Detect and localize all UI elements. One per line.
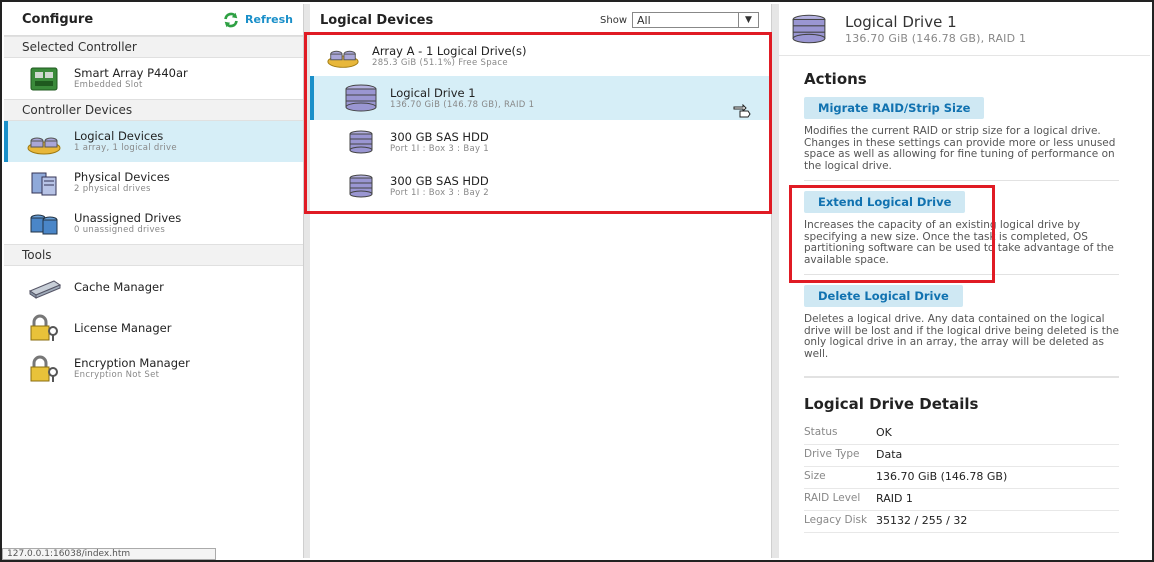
nav-encryption-manager-label: Encryption Manager: [74, 356, 190, 370]
physical-devices-icon: [31, 172, 57, 195]
controller-name: Smart Array P440ar: [74, 66, 188, 80]
show-filter: Show All ▼: [600, 12, 759, 28]
action-migrate: Migrate RAID/Strip Size Modifies the cur…: [804, 97, 1119, 181]
detail-value: OK: [876, 426, 892, 439]
section-controller-devices: Controller Devices: [4, 99, 303, 121]
show-label: Show: [600, 14, 627, 26]
detail-value: 136.70 GiB (146.78 GB): [876, 470, 1008, 483]
configure-title: Configure: [22, 12, 94, 27]
logical-drive-size: 136.70 GiB (146.78 GB), RAID 1: [390, 99, 535, 110]
controller-card-icon: [30, 67, 58, 90]
drive-name: 300 GB SAS HDD: [390, 129, 489, 144]
detail-key: RAID Level: [804, 492, 861, 504]
details-panel: Logical Drive 1 136.70 GiB (146.78 GB), …: [779, 4, 1150, 558]
actions-heading: Actions: [804, 70, 867, 88]
detail-row: Legacy Disk 35132 / 255 / 32: [804, 511, 1119, 533]
nav-license-manager-label: License Manager: [74, 320, 172, 335]
detail-key: Status: [804, 426, 838, 438]
chevron-down-icon: ▼: [738, 13, 758, 27]
nav-cache-manager[interactable]: Cache Manager: [4, 266, 303, 307]
refresh-label: Refresh: [245, 13, 293, 26]
nav-physical-devices-label: Physical Devices: [74, 170, 170, 184]
nav-encryption-manager[interactable]: Encryption Manager Encryption Not Set: [4, 348, 303, 389]
logical-devices-panel: Logical Devices Show All ▼ Array A - 1 L…: [310, 4, 772, 558]
nav-unassigned-drives-label: Unassigned Drives: [74, 211, 182, 225]
delete-logical-drive-desc: Deletes a logical drive. Any data contai…: [804, 313, 1119, 360]
array-free-space: 285.3 GiB (51.1%) Free Space: [372, 57, 508, 68]
detail-row: Size 136.70 GiB (146.78 GB): [804, 467, 1119, 489]
app-window: Configure Refresh Selected Controller Sm…: [0, 0, 1154, 562]
array-item[interactable]: Array A - 1 Logical Drive(s) 285.3 GiB (…: [310, 36, 771, 76]
details-table: Status OK Drive Type Data Size 136.70 Gi…: [804, 423, 1119, 533]
logical-drive-icon: [345, 84, 377, 112]
details-heading: Logical Drive Details: [804, 395, 979, 413]
nav-logical-devices-label: Logical Devices: [74, 129, 164, 143]
status-bar-url: 127.0.0.1:16038/index.htm: [2, 548, 216, 560]
nav-license-manager[interactable]: License Manager: [4, 307, 303, 348]
controller-slot: Embedded Slot: [74, 80, 143, 90]
key-lock-icon: [30, 314, 58, 341]
nav-physical-devices[interactable]: Physical Devices 2 physical drives: [4, 162, 303, 203]
detail-key: Legacy Disk: [804, 514, 868, 526]
extend-logical-drive-desc: Increases the capacity of an existing lo…: [804, 219, 1119, 275]
drive-location: Port 1I : Box 3 : Bay 2: [390, 187, 489, 198]
refresh-icon: [224, 12, 238, 27]
splitter-right[interactable]: [772, 4, 779, 558]
show-select-value: All: [637, 13, 651, 27]
cache-module-icon: [28, 279, 62, 299]
configure-panel: Configure Refresh Selected Controller Sm…: [2, 4, 304, 560]
nav-unassigned-drives-sub: 0 unassigned drives: [74, 225, 166, 235]
logical-drive-item[interactable]: Logical Drive 1 136.70 GiB (146.78 GB), …: [310, 76, 771, 120]
details-header: Logical Drive 1 136.70 GiB (146.78 GB), …: [779, 4, 1150, 56]
drive-item[interactable]: 300 GB SAS HDD Port 1I : Box 3 : Bay 2: [310, 164, 771, 208]
show-select[interactable]: All ▼: [632, 12, 759, 28]
drive-name: 300 GB SAS HDD: [390, 173, 489, 188]
drive-item[interactable]: 300 GB SAS HDD Port 1I : Box 3 : Bay 1: [310, 120, 771, 164]
detail-key: Size: [804, 470, 826, 482]
section-divider: [804, 376, 1119, 378]
nav-cache-manager-label: Cache Manager: [74, 279, 164, 294]
nav-logical-devices-sub: 1 array, 1 logical drive: [74, 143, 177, 153]
action-extend: Extend Logical Drive Increases the capac…: [804, 191, 1119, 275]
nav-logical-devices[interactable]: Logical Devices 1 array, 1 logical drive: [4, 121, 303, 162]
array-name: Array A - 1 Logical Drive(s): [372, 43, 527, 58]
logical-devices-header: Logical Devices Show All ▼: [310, 4, 771, 36]
configure-header: Configure Refresh: [4, 4, 303, 36]
hdd-icon: [349, 130, 373, 154]
detail-row: Drive Type Data: [804, 445, 1119, 467]
detail-value: RAID 1: [876, 492, 913, 505]
hdd-icon: [349, 174, 373, 198]
logical-drive-icon: [792, 14, 826, 44]
refresh-button[interactable]: Refresh: [222, 11, 293, 29]
logical-drive-name: Logical Drive 1: [390, 85, 476, 100]
detail-row: RAID Level RAID 1: [804, 489, 1119, 511]
encryption-lock-icon: [30, 355, 58, 382]
delete-logical-drive-button[interactable]: Delete Logical Drive: [804, 285, 963, 307]
migrate-raid-button[interactable]: Migrate RAID/Strip Size: [804, 97, 985, 119]
details-subtitle: 136.70 GiB (146.78 GB), RAID 1: [845, 32, 1027, 45]
action-delete: Delete Logical Drive Deletes a logical d…: [804, 285, 1119, 368]
nav-unassigned-drives[interactable]: Unassigned Drives 0 unassigned drives: [4, 203, 303, 244]
extend-logical-drive-button[interactable]: Extend Logical Drive: [804, 191, 966, 213]
detail-key: Drive Type: [804, 448, 860, 460]
unassigned-drives-icon: [30, 214, 58, 234]
migrate-raid-desc: Modifies the current RAID or strip size …: [804, 125, 1119, 181]
logical-devices-icon: [27, 137, 61, 154]
hand-pointer-icon: [733, 104, 751, 118]
nav-physical-devices-sub: 2 physical drives: [74, 184, 151, 194]
drive-location: Port 1I : Box 3 : Bay 1: [390, 143, 489, 154]
details-title: Logical Drive 1: [845, 13, 957, 31]
detail-value: Data: [876, 448, 903, 461]
detail-row: Status OK: [804, 423, 1119, 445]
section-selected-controller: Selected Controller: [4, 36, 303, 58]
array-icon: [327, 50, 359, 68]
controller-item[interactable]: Smart Array P440ar Embedded Slot: [4, 58, 303, 99]
logical-devices-title: Logical Devices: [320, 12, 434, 28]
detail-value: 35132 / 255 / 32: [876, 514, 968, 527]
section-tools: Tools: [4, 244, 303, 266]
nav-encryption-manager-sub: Encryption Not Set: [74, 370, 160, 380]
details-body: Actions Migrate RAID/Strip Size Modifies…: [779, 56, 1119, 533]
